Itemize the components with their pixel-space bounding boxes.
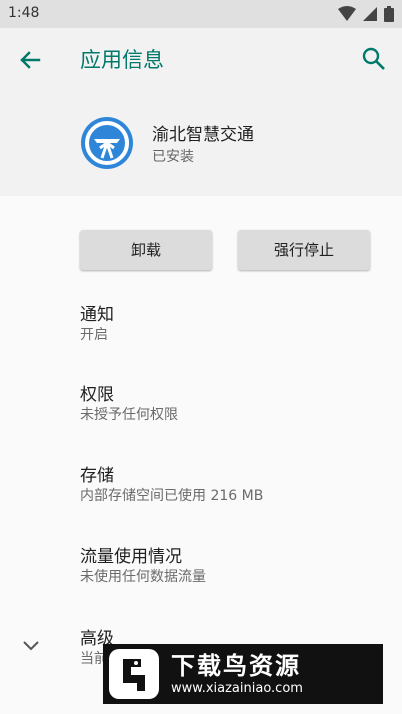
watermark-banner: 下载鸟资源 www.xiazainiao.com [103, 644, 383, 704]
chevron-down-icon[interactable] [18, 632, 44, 658]
settings-item-storage[interactable]: 存储 内部存储空间已使用 216 MB [0, 451, 402, 531]
settings-item-permissions[interactable]: 权限 未授予任何权限 [0, 370, 402, 450]
settings-item-title: 流量使用情况 [80, 547, 182, 567]
battery-icon [384, 6, 394, 22]
app-install-status: 已安装 [152, 149, 194, 165]
back-arrow-icon[interactable] [14, 44, 46, 76]
settings-item-subtitle: 未授予任何权限 [80, 407, 178, 423]
watermark-url: www.xiazainiao.com [171, 681, 303, 696]
settings-item-title: 通知 [80, 305, 114, 325]
wifi-icon [338, 6, 356, 22]
settings-item-notifications[interactable]: 通知 开启 [0, 290, 402, 370]
settings-item-subtitle: 未使用任何数据流量 [80, 569, 206, 585]
settings-item-title: 存储 [80, 466, 114, 486]
uninstall-button[interactable]: 卸载 [80, 230, 212, 270]
page-title: 应用信息 [80, 48, 164, 72]
status-time: 1:48 [8, 5, 40, 21]
bird-logo-icon [107, 647, 161, 701]
app-name: 渝北智慧交通 [152, 125, 254, 145]
watermark-text: 下载鸟资源 www.xiazainiao.com [171, 651, 303, 697]
app-header: 渝北智慧交通 已安装 [0, 90, 402, 196]
status-bar: 1:48 [0, 0, 402, 28]
settings-item-data-usage[interactable]: 流量使用情况 未使用任何数据流量 [0, 532, 402, 612]
search-icon[interactable] [358, 43, 390, 75]
settings-item-subtitle: 内部存储空间已使用 216 MB [80, 488, 264, 504]
status-icons [338, 6, 394, 22]
cellular-icon [362, 6, 378, 22]
settings-item-title: 权限 [80, 385, 114, 405]
watermark-title: 下载鸟资源 [171, 652, 301, 680]
force-stop-button[interactable]: 强行停止 [238, 230, 370, 270]
settings-item-subtitle: 开启 [80, 327, 108, 343]
app-bar: 应用信息 [0, 28, 402, 90]
app-icon [80, 116, 134, 170]
